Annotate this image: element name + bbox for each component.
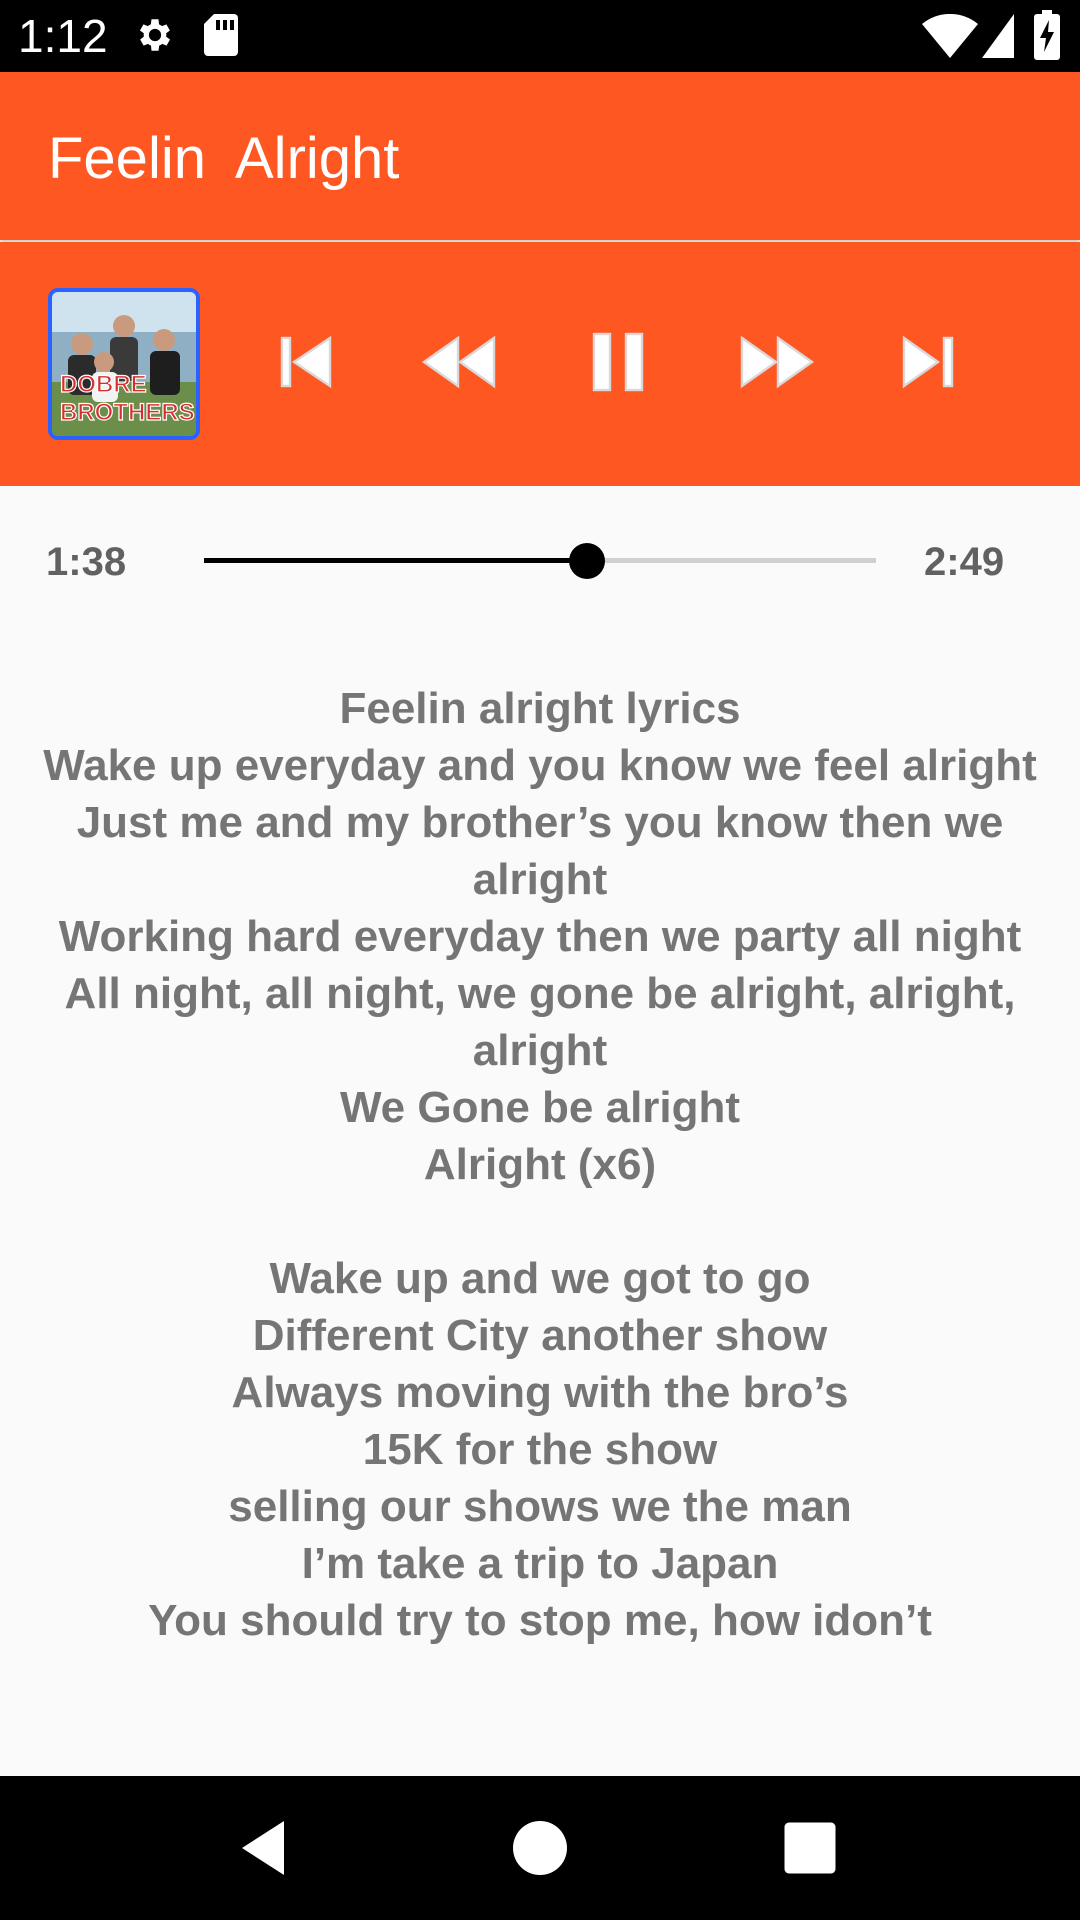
svg-text:DOBRE: DOBRE xyxy=(60,371,147,398)
seek-bar[interactable] xyxy=(204,543,876,579)
gear-icon xyxy=(139,19,171,51)
lyric-line: 15K for the show xyxy=(362,1425,718,1474)
seek-row: 1:38 2:49 xyxy=(0,520,1080,600)
lyric-line: Different City another show xyxy=(252,1311,828,1360)
svg-text:BROTHERS: BROTHERS xyxy=(60,399,195,426)
total-time: 2:49 xyxy=(924,540,1005,584)
status-time: 1:12 xyxy=(18,10,108,62)
player-controls: DOBRE BROTHERS xyxy=(0,242,1080,486)
lyric-gap xyxy=(0,1193,1080,1250)
rewind-icon[interactable] xyxy=(414,314,510,410)
lyric-line: Feelin alright lyrics xyxy=(339,684,741,733)
status-bar: 1:12 xyxy=(0,0,1080,72)
lyric-line: We Gone be alright xyxy=(339,1083,741,1132)
app-bar: Feelin Alright xyxy=(0,72,1080,240)
lyric-line: selling our shows we the man xyxy=(228,1482,852,1531)
lyric-line: All night, all night, we gone be alright… xyxy=(64,969,1016,1075)
skip-previous-icon[interactable] xyxy=(258,314,354,410)
lyric-line: Always moving with the bro’s xyxy=(231,1368,849,1417)
album-art-label: DOBRE BROTHERS xyxy=(59,370,195,426)
recents-icon[interactable] xyxy=(774,1812,846,1884)
pause-icon[interactable] xyxy=(570,314,666,410)
seek-bar-progress xyxy=(204,558,588,563)
back-icon[interactable] xyxy=(230,1812,302,1884)
lyric-line: Working hard everyday then we party all … xyxy=(58,912,1022,961)
lyric-line: Wake up everyday and you know we feel al… xyxy=(43,741,1037,790)
skip-next-icon[interactable] xyxy=(880,314,976,410)
page-title: Feelin Alright xyxy=(48,126,400,191)
lyric-line: Just me and my brother’s you know then w… xyxy=(76,798,1004,904)
cell-signal-icon xyxy=(982,14,1014,58)
home-icon[interactable] xyxy=(504,1812,576,1884)
wifi-icon xyxy=(922,14,978,58)
lyrics-scroll[interactable]: Feelin alright lyrics Wake up everyday an… xyxy=(0,680,1080,1726)
sd-card-icon xyxy=(204,14,238,56)
lyric-line: You should try to stop me, how idon’t xyxy=(148,1596,932,1645)
lyric-line: I’m take a trip to Japan xyxy=(301,1539,779,1588)
elapsed-time: 1:38 xyxy=(46,540,127,584)
seek-bar-thumb[interactable] xyxy=(569,543,606,579)
nav-bar xyxy=(0,1776,1080,1920)
album-art[interactable]: DOBRE BROTHERS xyxy=(48,288,200,440)
lyric-line: Wake up and we got to go xyxy=(269,1254,811,1303)
lyric-line: Alright (x6) xyxy=(423,1140,657,1189)
battery-charging-icon xyxy=(1034,10,1060,60)
fast-forward-icon[interactable] xyxy=(726,314,822,410)
